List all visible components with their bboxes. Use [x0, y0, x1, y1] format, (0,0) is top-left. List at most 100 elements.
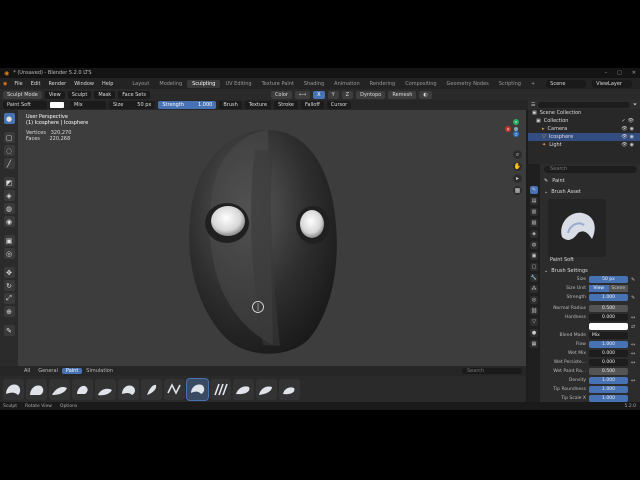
brush-thumbnail[interactable] [233, 378, 254, 400]
brush-preview[interactable] [548, 199, 606, 257]
world-properties-icon[interactable]: ◍ [530, 241, 538, 249]
invert-icon[interactable]: ↔ [631, 315, 637, 321]
asset-tab-general[interactable]: General [34, 368, 62, 374]
brush-thumbnail[interactable] [186, 377, 209, 401]
flow-field[interactable]: 1.000 [589, 341, 628, 348]
strength-field[interactable]: 1.000 [589, 294, 628, 301]
scene-properties-icon[interactable]: ◈ [530, 230, 538, 238]
outliner-search-input[interactable] [538, 101, 630, 108]
outliner-row-icosphere[interactable]: ▽ Icosphere 👁◉ [528, 133, 640, 141]
add-workspace-button[interactable]: + [526, 80, 540, 88]
visibility-toggles[interactable]: 👁◉ [621, 134, 636, 140]
brush-thumbnail[interactable] [49, 378, 70, 400]
menu-edit[interactable]: Edit [27, 81, 45, 87]
camera-icon[interactable]: ▸ [513, 174, 522, 183]
wet-persistence-field[interactable]: 0.000 [589, 359, 628, 366]
symmetry-icon[interactable]: ⟷ [295, 90, 311, 99]
tab-sculpting[interactable]: Sculpting [187, 79, 221, 88]
menu-render[interactable]: Render [44, 81, 70, 87]
brush-thumbnail[interactable] [95, 378, 116, 400]
render-properties-icon[interactable]: ▤ [530, 197, 538, 205]
tab-animation[interactable]: Animation [329, 80, 365, 88]
3d-viewport[interactable]: User Perspective (1) Icosphere | Icosphe… [18, 110, 526, 366]
swap-colors-icon[interactable]: ⇄ [631, 324, 637, 330]
tip-roundness-field[interactable]: 1.000 [589, 386, 628, 393]
asset-search-input[interactable]: Search [462, 368, 522, 374]
view-layer-selector[interactable]: ViewLayer [592, 79, 633, 88]
size-field[interactable]: Size 50 px [109, 101, 156, 109]
collection-properties-icon[interactable]: ▣ [530, 252, 538, 260]
move-tool-icon[interactable]: ✥ [3, 267, 15, 278]
line-tool-icon[interactable]: ╱ [3, 158, 15, 169]
scale-tool-icon[interactable]: ⤢ [3, 293, 15, 304]
brush-thumbnail[interactable] [26, 378, 47, 400]
menu-mask[interactable]: Mask [94, 90, 116, 99]
object-properties-icon[interactable]: ▢ [530, 263, 538, 271]
shading-mode-icon[interactable]: ◐ [419, 90, 432, 99]
mesh-filter-tool-icon[interactable]: ◈ [3, 190, 15, 201]
tab-compositing[interactable]: Compositing [400, 80, 441, 88]
texture-properties-icon[interactable]: ▦ [530, 340, 538, 348]
pressure-icon[interactable]: ↔ [631, 342, 637, 348]
brush-thumbnail[interactable] [279, 378, 300, 400]
size-unit-scene[interactable]: Scene [608, 285, 628, 292]
tool-properties-icon[interactable]: ✎ [530, 186, 538, 194]
size-field[interactable]: 50 px [589, 276, 628, 283]
brush-thumbnail[interactable] [72, 378, 93, 400]
y-mirror-toggle[interactable]: Y [327, 90, 339, 99]
menu-window[interactable]: Window [70, 81, 98, 87]
color-dropdown[interactable]: Color [270, 90, 292, 99]
maximize-button[interactable]: □ [617, 70, 622, 76]
tab-modeling[interactable]: Modeling [154, 80, 187, 88]
grid-icon[interactable]: ▦ [513, 186, 522, 195]
tab-uv-editing[interactable]: UV Editing [220, 80, 256, 88]
face-set-tool-icon[interactable]: ◩ [3, 177, 15, 188]
wet-mix-field[interactable]: 0.000 [589, 350, 628, 357]
menu-file[interactable]: File [10, 81, 26, 87]
dyntopo-toggle[interactable]: Dyntopo [356, 90, 386, 99]
brush-thumbnail[interactable] [141, 378, 162, 400]
lasso-mask-tool-icon[interactable]: ◌ [3, 145, 15, 156]
tab-shading[interactable]: Shading [299, 80, 329, 88]
pan-hand-icon[interactable]: ✋ [513, 162, 522, 171]
blender-menu-icon[interactable]: ◉ [3, 81, 7, 87]
menu-stroke[interactable]: Stroke [274, 101, 299, 109]
menu-brush[interactable]: Brush [219, 101, 242, 109]
minimize-button[interactable]: – [605, 70, 608, 76]
strength-field[interactable]: Strength 1.000 [158, 101, 217, 109]
menu-help[interactable]: Help [98, 81, 117, 87]
transform-tool-icon[interactable]: ⊕ [3, 306, 15, 317]
physics-properties-icon[interactable]: ◎ [530, 296, 538, 304]
menu-cursor[interactable]: Cursor [326, 101, 352, 109]
size-unit-view[interactable]: View [589, 285, 609, 292]
edit-face-set-tool-icon[interactable]: ▣ [3, 235, 15, 246]
brush-thumbnail[interactable] [256, 378, 277, 400]
tab-geometry-nodes[interactable]: Geometry Nodes [442, 80, 494, 88]
asset-tab-paint[interactable]: Paint [61, 368, 83, 374]
tab-texture-paint[interactable]: Texture Paint [257, 80, 299, 88]
scene-selector[interactable]: Scene [546, 79, 587, 88]
cloth-filter-tool-icon[interactable]: ◍ [3, 203, 15, 214]
paint-brush-tool-icon[interactable]: ● [3, 113, 15, 124]
view-layer-properties-icon[interactable]: ▧ [530, 219, 538, 227]
pressure-icon[interactable]: ↔ [631, 378, 637, 384]
visibility-toggles[interactable]: 👁◉ [621, 126, 636, 132]
brush-settings-section[interactable]: ⌄ Brush Settings [544, 267, 637, 275]
mode-selector[interactable]: Sculpt Mode [3, 90, 42, 99]
blend-mode-selector[interactable]: Mix [70, 101, 106, 109]
particles-properties-icon[interactable]: ⁂ [530, 285, 538, 293]
tab-rendering[interactable]: Rendering [365, 80, 401, 88]
mask-by-color-tool-icon[interactable]: ◎ [3, 248, 15, 259]
blend-mode-dropdown[interactable]: Mix [589, 332, 628, 339]
material-properties-icon[interactable]: ● [530, 329, 538, 337]
annotate-tool-icon[interactable]: ✎ [3, 325, 15, 336]
constraints-properties-icon[interactable]: ⛓ [530, 307, 538, 315]
normal-radius-field[interactable]: 0.500 [589, 305, 628, 312]
asset-tab-simulation[interactable]: Simulation [82, 368, 117, 374]
outliner-row-scene-collection[interactable]: ▣ Scene Collection [528, 109, 640, 117]
density-field[interactable]: 1.000 [589, 377, 628, 384]
outliner-row-camera[interactable]: ▸ Camera 👁◉ [528, 125, 640, 133]
data-properties-icon[interactable]: ▽ [530, 318, 538, 326]
rotate-tool-icon[interactable]: ↻ [3, 280, 15, 291]
brush-selector[interactable]: Paint Soft [3, 101, 47, 109]
